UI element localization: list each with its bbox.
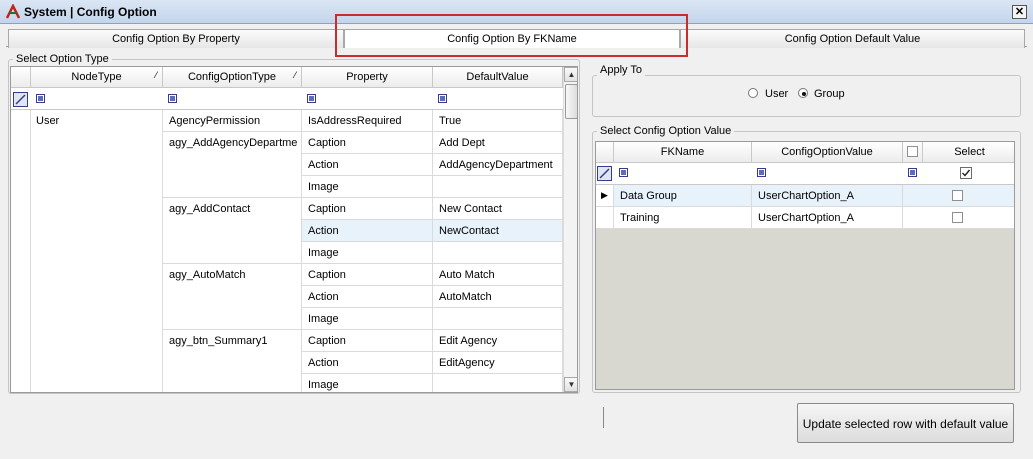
- option-type-group-label: Select Option Type: [13, 53, 112, 65]
- select-all-header[interactable]: [903, 142, 923, 163]
- filter-toggle-icon[interactable]: [597, 166, 612, 181]
- type-cell[interactable]: agy_AutoMatch: [163, 264, 302, 330]
- select-cell[interactable]: [903, 207, 1014, 229]
- window-title: System | Config Option: [24, 5, 157, 19]
- filter-toggle-icon[interactable]: [13, 92, 28, 107]
- value-cell[interactable]: AutoMatch: [433, 286, 563, 308]
- nodetype-cell[interactable]: User: [31, 110, 163, 392]
- col-header-defaultvalue[interactable]: DefaultValue: [433, 67, 563, 88]
- property-cell[interactable]: IsAddressRequired: [302, 110, 433, 132]
- value-cell[interactable]: Add Dept: [433, 132, 563, 154]
- filter-fkname-icon[interactable]: [619, 168, 628, 177]
- value-cell-selected[interactable]: NewContact: [433, 220, 563, 242]
- col-header-nodetype[interactable]: NodeType ⁄: [31, 67, 163, 88]
- radio-user-label[interactable]: User: [765, 88, 788, 100]
- property-cell[interactable]: Image: [302, 308, 433, 330]
- property-cell[interactable]: Action: [302, 352, 433, 374]
- vertical-scrollbar[interactable]: ▲ ▼: [563, 67, 577, 392]
- scroll-up-icon[interactable]: ▲: [564, 67, 577, 82]
- col-header-configoptiontype[interactable]: ConfigOptionType ⁄: [163, 67, 302, 88]
- filter-row: [11, 88, 563, 110]
- tab-config-by-property[interactable]: Config Option By Property: [8, 29, 344, 48]
- select-cell[interactable]: [903, 185, 1014, 207]
- radio-dot: [802, 92, 806, 96]
- separator-line: [603, 407, 604, 428]
- apply-to-label: Apply To: [597, 64, 645, 76]
- filter-select-checkbox-icon[interactable]: [960, 167, 972, 179]
- row-indicator[interactable]: ▶: [596, 185, 614, 207]
- fkname-cell[interactable]: Data Group: [614, 185, 752, 207]
- close-icon[interactable]: ✕: [1012, 5, 1027, 19]
- option-type-grid[interactable]: NodeType ⁄ ConfigOptionType ⁄ Property D…: [10, 66, 578, 393]
- property-cell[interactable]: Caption: [302, 132, 433, 154]
- col-header-select[interactable]: Select: [923, 142, 1014, 163]
- update-selected-row-button[interactable]: Update selected row with default value: [797, 403, 1014, 443]
- filter-defaultvalue-icon[interactable]: [438, 94, 447, 103]
- sort-icon: ⁄: [294, 70, 296, 80]
- property-cell[interactable]: Caption: [302, 330, 433, 352]
- filter-configoptiontype-icon[interactable]: [168, 94, 177, 103]
- select-checkbox[interactable]: [952, 212, 963, 223]
- type-cell[interactable]: AgencyPermission: [163, 110, 302, 132]
- value-cell[interactable]: [433, 308, 563, 330]
- config-value-grid[interactable]: FKName ConfigOptionValue Select ▶ Data G…: [595, 141, 1015, 390]
- type-cell[interactable]: agy_AddAgencyDepartme: [163, 132, 302, 198]
- value-cell[interactable]: EditAgency: [433, 352, 563, 374]
- col-header-configoptionvalue[interactable]: ConfigOptionValue: [752, 142, 903, 163]
- tab-config-default-value[interactable]: Config Option Default Value: [680, 29, 1025, 48]
- property-cell[interactable]: Action: [302, 154, 433, 176]
- row-indicator[interactable]: [596, 207, 614, 229]
- property-cell[interactable]: Caption: [302, 198, 433, 220]
- filter-check-icon[interactable]: [908, 168, 917, 177]
- property-cell[interactable]: Action: [302, 286, 433, 308]
- nodetype-value: User: [36, 115, 60, 127]
- scroll-down-icon[interactable]: ▼: [564, 377, 577, 392]
- scroll-thumb[interactable]: [565, 84, 577, 119]
- property-cell[interactable]: Image: [302, 176, 433, 198]
- property-cell[interactable]: Caption: [302, 264, 433, 286]
- row-header-corner: [596, 142, 614, 163]
- filter-nodetype-icon[interactable]: [36, 94, 45, 103]
- col-header-label: NodeType: [71, 71, 122, 83]
- type-cell[interactable]: agy_AddContact: [163, 198, 302, 264]
- current-row-arrow-icon: ▶: [601, 190, 608, 200]
- value-cell[interactable]: [433, 176, 563, 198]
- configoptionvalue-cell[interactable]: UserChartOption_A: [752, 207, 903, 229]
- radio-user[interactable]: [748, 88, 758, 98]
- col-header-property[interactable]: Property: [302, 67, 433, 88]
- property-cell-selected[interactable]: Action: [302, 220, 433, 242]
- value-cell[interactable]: True: [433, 110, 563, 132]
- row-header-corner: [11, 67, 31, 88]
- select-checkbox[interactable]: [952, 190, 963, 201]
- type-cell[interactable]: agy_btn_Summary1: [163, 330, 302, 392]
- col-header-label: ConfigOptionType: [187, 71, 277, 83]
- value-cell[interactable]: New Contact: [433, 198, 563, 220]
- row-header-column: [11, 110, 31, 392]
- radio-group[interactable]: [798, 88, 808, 98]
- value-cell[interactable]: [433, 242, 563, 264]
- configoptionvalue-cell[interactable]: UserChartOption_A: [752, 185, 903, 207]
- radio-group-label[interactable]: Group: [814, 88, 845, 100]
- value-cell[interactable]: Edit Agency: [433, 330, 563, 352]
- fkname-cell[interactable]: Training: [614, 207, 752, 229]
- sort-icon: ⁄: [155, 70, 157, 80]
- property-cell[interactable]: Image: [302, 374, 433, 392]
- value-cell[interactable]: [433, 374, 563, 392]
- value-cell[interactable]: AddAgencyDepartment: [433, 154, 563, 176]
- value-cell[interactable]: Auto Match: [433, 264, 563, 286]
- filter-configoptionvalue-icon[interactable]: [757, 168, 766, 177]
- config-value-label: Select Config Option Value: [597, 125, 735, 137]
- col-header-fkname[interactable]: FKName: [614, 142, 752, 163]
- app-icon: [5, 4, 21, 19]
- filter-row: [596, 163, 1014, 185]
- filter-property-icon[interactable]: [307, 94, 316, 103]
- highlight-annotation: [335, 14, 688, 57]
- select-all-checkbox[interactable]: [907, 146, 918, 157]
- property-cell[interactable]: Image: [302, 242, 433, 264]
